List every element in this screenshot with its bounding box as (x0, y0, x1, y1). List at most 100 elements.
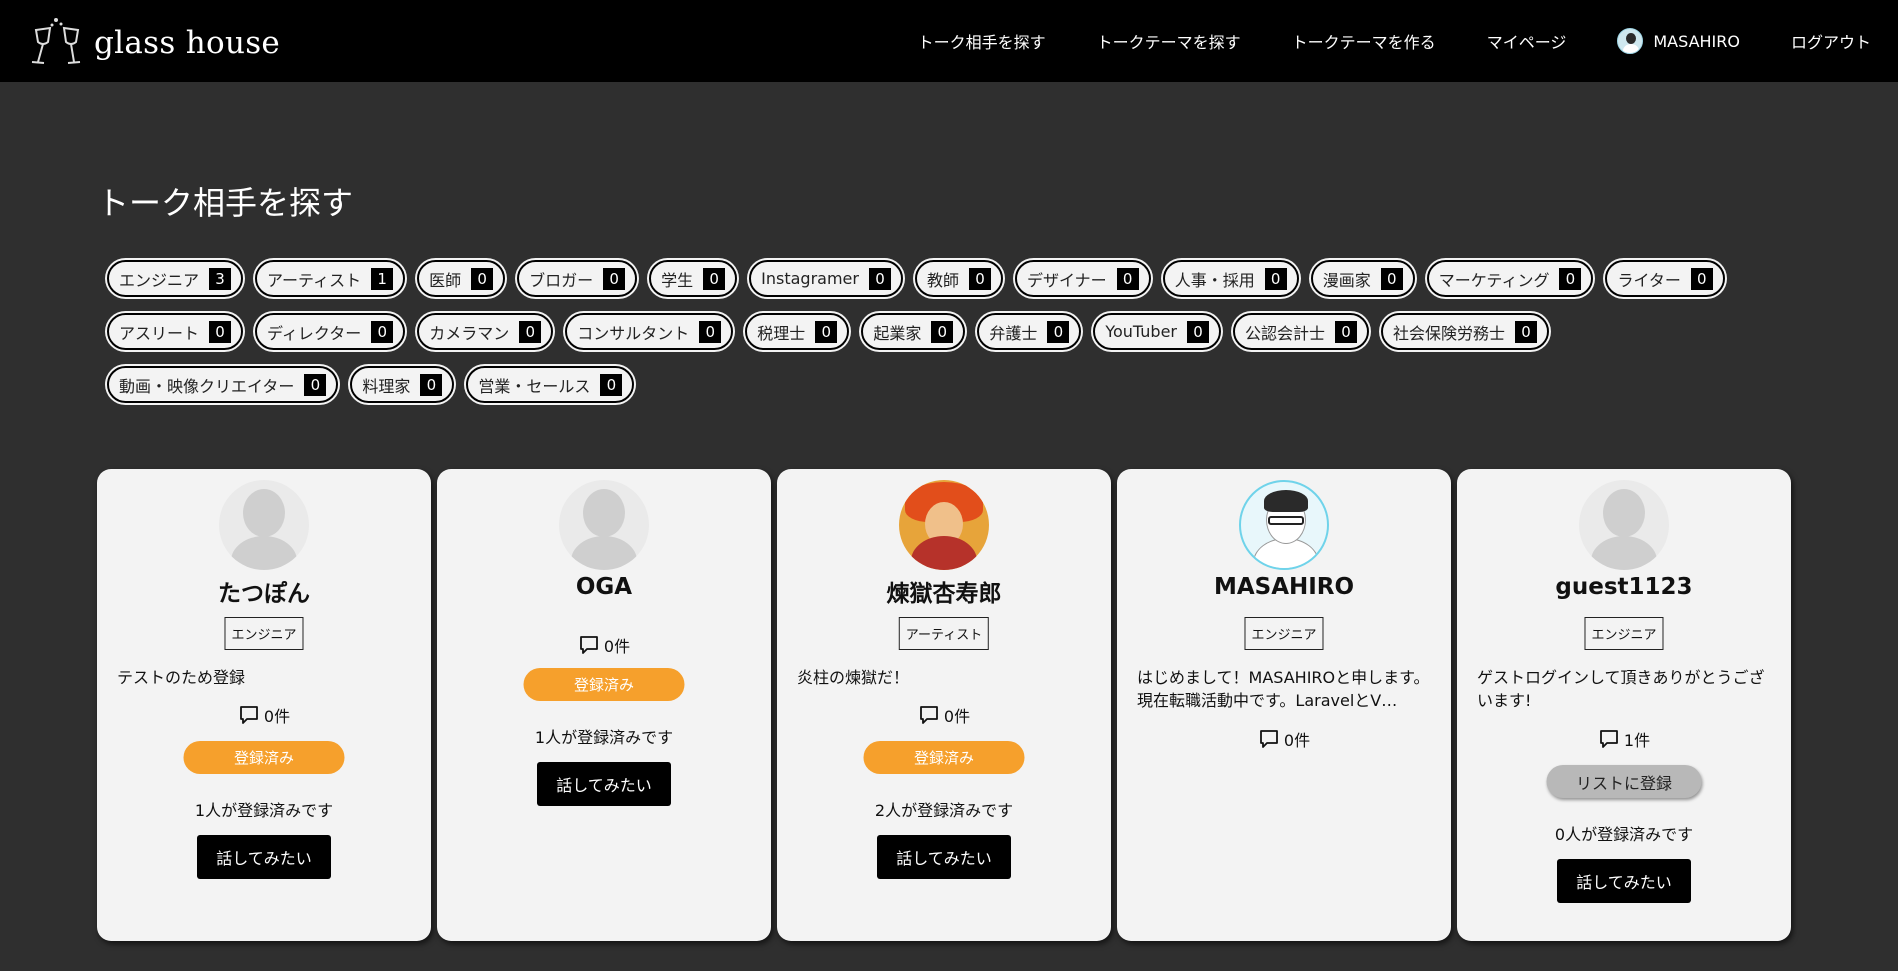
tag-count: 0 (703, 267, 726, 290)
main-nav: トーク相手を探す トークテーマを探す トークテーマを作る マイページ MASAH… (918, 0, 1898, 82)
tag-label: エンジニア (119, 270, 200, 290)
tag-label: コンサルタント (577, 323, 690, 343)
tag-row: アスリート 0 ディレクター 0 カメラマン 0 コンサルタント 0 税理士 0 起業家 0 弁護士 0 Y… (107, 313, 1807, 351)
category-tag[interactable]: アーティスト 1 (255, 260, 406, 297)
tag-count: 0 (1690, 267, 1713, 290)
nav-user[interactable]: MASAHIRO (1617, 28, 1740, 54)
category-tag[interactable]: 料理家 0 (350, 366, 455, 403)
role-badge: エンジニア (224, 617, 304, 650)
registered-count: 1人が登録済みです (194, 801, 334, 820)
registered-button[interactable]: 登録済み (183, 741, 345, 774)
tag-count: 0 (1380, 267, 1403, 290)
category-tag[interactable]: 人事・採用 0 (1162, 260, 1299, 297)
speech-bubble-icon (580, 636, 598, 654)
tag-label: 営業・セールス (478, 376, 591, 396)
tag-row: エンジニア 3 アーティスト 1 医師 0 ブロガー 0 学生 0 Instagramer 0 教師 0 デ… (107, 260, 1807, 298)
tag-count: 0 (371, 320, 394, 343)
user-card[interactable]: 煉獄杏寿郎 アーティスト 炎柱の煉獄だ！ 0件 登録済み 2人が登録済みです 話… (777, 469, 1111, 941)
category-tag[interactable]: 弁護士 0 (977, 313, 1082, 350)
nav-find-partner[interactable]: トーク相手を探す (918, 29, 1046, 53)
comment-count-text: 0件 (943, 707, 971, 726)
add-to-list-button[interactable]: リストに登録 (1546, 765, 1702, 798)
category-tag[interactable]: 教師 0 (914, 260, 1003, 297)
tag-label: ディレクター (267, 323, 362, 343)
category-tag[interactable]: カメラマン 0 (417, 313, 554, 350)
category-tag[interactable]: 営業・セールス 0 (466, 366, 635, 403)
role-badge: エンジニア (1244, 617, 1324, 650)
want-to-talk-button[interactable]: 話してみたい (537, 762, 671, 806)
tag-count: 0 (603, 267, 626, 290)
category-tag[interactable]: 学生 0 (649, 260, 738, 297)
speech-bubble-icon (1260, 730, 1278, 748)
tag-label: 漫画家 (1322, 270, 1371, 290)
registered-button[interactable]: 登録済み (863, 741, 1025, 774)
nav-username: MASAHIRO (1653, 31, 1740, 51)
speech-bubble-icon (920, 706, 938, 724)
want-to-talk-button[interactable]: 話してみたい (877, 835, 1011, 879)
category-tag[interactable]: ディレクター 0 (255, 313, 406, 350)
tag-count: 0 (1186, 320, 1209, 343)
user-intro: テストのため登録 (117, 668, 246, 687)
tag-count: 0 (304, 373, 327, 396)
category-tag[interactable]: エンジニア 3 (107, 260, 244, 297)
user-intro: 炎柱の煉獄だ！ (797, 668, 910, 687)
category-tag[interactable]: 公認会計士 0 (1232, 313, 1369, 350)
category-tag[interactable]: 起業家 0 (861, 313, 966, 350)
tag-label: 社会保険労務士 (1393, 323, 1506, 343)
comment-count-text: 0件 (1283, 731, 1311, 750)
wine-glasses-icon (31, 18, 81, 64)
category-tag[interactable]: 社会保険労務士 0 (1381, 313, 1550, 350)
user-intro: ゲストログインして頂きありがとうございます! (1477, 668, 1765, 710)
user-card[interactable]: MASAHIRO エンジニア はじめまして！MASAHIROと申します。現在転職… (1117, 469, 1451, 941)
tag-count: 0 (1559, 267, 1582, 290)
tag-count: 0 (969, 267, 991, 290)
category-tag[interactable]: YouTuber 0 (1093, 313, 1221, 350)
category-tag[interactable]: 漫画家 0 (1310, 260, 1415, 297)
user-card[interactable]: たつぽん エンジニア テストのため登録 0件 登録済み 1人が登録済みです 話し… (97, 469, 431, 941)
category-tag[interactable]: 動画・映像クリエイター 0 (107, 366, 339, 403)
category-tag[interactable]: ライター 0 (1605, 260, 1725, 297)
category-tag[interactable]: マーケティング 0 (1426, 260, 1594, 297)
comment-count: 0件 (437, 633, 771, 657)
category-tag[interactable]: アスリート 0 (107, 313, 244, 350)
user-card[interactable]: guest1123 エンジニア ゲストログインして頂きありがとうございます! 1… (1457, 469, 1791, 941)
tag-count: 0 (519, 320, 542, 343)
tag-label: アスリート (119, 323, 200, 343)
comment-count: 0件 (1117, 727, 1451, 751)
nav-mypage[interactable]: マイページ (1487, 29, 1567, 53)
nav-find-theme[interactable]: トークテーマを探す (1097, 29, 1241, 53)
tag-count: 0 (1264, 267, 1287, 290)
category-tag[interactable]: 医師 0 (417, 260, 506, 297)
tag-label: 学生 (661, 270, 694, 290)
tag-label: マーケティング (1438, 270, 1550, 290)
logo[interactable]: glass house (28, 18, 280, 68)
header: glass house トーク相手を探す トークテーマを探す トークテーマを作る… (0, 0, 1898, 82)
nav-logout[interactable]: ログアウト (1791, 29, 1871, 53)
tag-count: 0 (1335, 320, 1357, 343)
tag-count: 1 (371, 267, 394, 290)
nav-create-theme[interactable]: トークテーマを作る (1292, 29, 1436, 53)
registered-count: 0人が登録済みです (1554, 825, 1694, 844)
category-tag[interactable]: コンサルタント 0 (565, 313, 734, 350)
category-tag[interactable]: ブロガー 0 (517, 260, 638, 297)
tag-label: 教師 (926, 270, 959, 290)
user-name: たつぽん (218, 581, 310, 607)
user-name: guest1123 (1555, 574, 1693, 600)
comment-count-text: 1件 (1623, 731, 1651, 750)
tag-label: 人事・採用 (1174, 270, 1255, 290)
category-tag[interactable]: デザイナー 0 (1015, 260, 1151, 297)
tag-label: 医師 (429, 270, 462, 290)
category-tag[interactable]: 税理士 0 (745, 313, 850, 350)
tag-label: 起業家 (873, 323, 922, 343)
user-intro: はじめまして！MASAHIROと申します。現在転職活動中です。LaravelとV… (1137, 668, 1430, 710)
user-card[interactable]: OGA 0件 登録済み 1人が登録済みです 話してみたい (437, 469, 771, 941)
want-to-talk-button[interactable]: 話してみたい (197, 835, 331, 879)
registered-button[interactable]: 登録済み (523, 668, 685, 701)
user-avatar (1617, 28, 1644, 54)
tag-count: 0 (1047, 320, 1070, 343)
want-to-talk-button[interactable]: 話してみたい (1557, 859, 1691, 903)
registered-count: 1人が登録済みです (534, 728, 674, 747)
tag-label: 税理士 (757, 323, 806, 343)
category-tag[interactable]: Instagramer 0 (749, 260, 903, 297)
tag-count: 0 (1116, 267, 1139, 290)
